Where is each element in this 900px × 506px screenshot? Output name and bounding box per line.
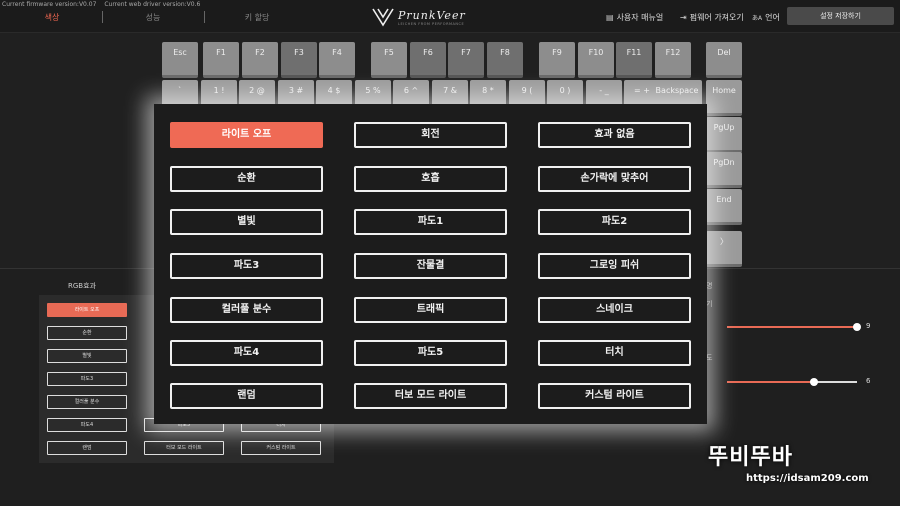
effect-custom-button[interactable]: 커스텀 라이트 [538, 383, 691, 409]
rgb-wave3-button[interactable]: 파도3 [47, 372, 127, 386]
key-f12[interactable]: F12 [655, 42, 691, 78]
effect-ripple-button[interactable]: 잔물결 [354, 253, 507, 279]
key-f8[interactable]: F8 [487, 42, 523, 78]
language-icon: あA [752, 15, 763, 22]
import-icon: ⇥ [680, 13, 687, 22]
brand-logo: PrunkVeer LEICHEN FROM PERFORMANCE [372, 7, 482, 27]
speed-slider-fill [727, 381, 815, 383]
web-driver-version: Current web driver version:V0.6 [104, 1, 201, 8]
key-right-arrow[interactable]: 〉 [706, 231, 742, 267]
key-home[interactable]: Home [706, 80, 742, 116]
speed-value: 6 [866, 377, 871, 385]
effect-cycle-button[interactable]: 순환 [170, 166, 323, 192]
effect-traffic-button[interactable]: 트래픽 [354, 297, 507, 323]
effect-wave2-button[interactable]: 파도2 [538, 209, 691, 235]
app-window: Current firmware version:V0.07 Current w… [0, 0, 900, 506]
key-f5[interactable]: F5 [371, 42, 407, 78]
document-icon: ▤ [606, 13, 614, 22]
language-label: 언어 [765, 13, 780, 22]
key-f10[interactable]: F10 [578, 42, 614, 78]
tab-performance[interactable]: 성능 [113, 12, 193, 23]
key-pgdn[interactable]: PgDn [706, 152, 742, 188]
key-f11[interactable]: F11 [616, 42, 652, 78]
effect-starlight-button[interactable]: 별빛 [170, 209, 323, 235]
language-link[interactable]: あA 언어 [752, 12, 780, 23]
logo-subtitle: LEICHEN FROM PERFORMANCE [398, 22, 465, 26]
effect-wave4-button[interactable]: 파도4 [170, 340, 323, 366]
logo-text: PrunkVeer [398, 9, 466, 22]
effect-growing-fish-button[interactable]: 그로잉 피쉬 [538, 253, 691, 279]
key-f6[interactable]: F6 [410, 42, 446, 78]
effect-touch-button[interactable]: 터치 [538, 340, 691, 366]
brightness-slider-fill [727, 326, 857, 328]
brightness-slider[interactable] [727, 323, 861, 331]
rgb-effect-title: RGB효과 [68, 282, 96, 290]
effect-wave3-button[interactable]: 파도3 [170, 253, 323, 279]
import-firmware-link[interactable]: ⇥ 펌웨어 가져오기 [680, 12, 744, 23]
key-end[interactable]: End [706, 189, 742, 225]
import-label: 펌웨어 가져오기 [689, 13, 744, 22]
effect-light-off-button[interactable]: 라이트 오프 [170, 122, 323, 148]
key-del[interactable]: Del [706, 42, 742, 78]
effect-snake-button[interactable]: 스네이크 [538, 297, 691, 323]
tab-divider [204, 11, 205, 23]
effect-none-button[interactable]: 효과 없음 [538, 122, 691, 148]
version-info: Current firmware version:V0.07 Current w… [2, 1, 206, 8]
rgb-custom-button[interactable]: 커스텀 라이트 [241, 441, 321, 455]
effect-fountain-button[interactable]: 컬러풀 분수 [170, 297, 323, 323]
watermark-logo: 뚜비뚜바 [708, 445, 793, 470]
rgb-wave4-button[interactable]: 파도4 [47, 418, 127, 432]
rgb-cycle-button[interactable]: 순환 [47, 326, 127, 340]
rgb-turbo-button[interactable]: 터보 모드 라이트 [144, 441, 224, 455]
rgb-random-button[interactable]: 랜덤 [47, 441, 127, 455]
firmware-version: Current firmware version:V0.07 [2, 1, 97, 8]
key-f1[interactable]: F1 [203, 42, 239, 78]
effect-turbo-button[interactable]: 터보 모드 라이트 [354, 383, 507, 409]
rgb-starlight-button[interactable]: 별빛 [47, 349, 127, 363]
effect-breath-button[interactable]: 호흡 [354, 166, 507, 192]
save-settings-button[interactable]: 설정 저장하기 [787, 7, 894, 25]
key-f4[interactable]: F4 [319, 42, 355, 78]
rgb-fountain-button[interactable]: 컬러풀 분수 [47, 395, 127, 409]
key-f7[interactable]: F7 [448, 42, 484, 78]
key-f3[interactable]: F3 [281, 42, 317, 78]
effect-rotate-button[interactable]: 회전 [354, 122, 507, 148]
manual-label: 사용자 매뉴얼 [616, 13, 664, 22]
tab-color[interactable]: 색상 [12, 12, 92, 23]
effect-wave5-button[interactable]: 파도5 [354, 340, 507, 366]
key-f9[interactable]: F9 [539, 42, 575, 78]
rgb-light-off-button[interactable]: 라이트 오프 [47, 303, 127, 317]
tab-key-assign[interactable]: 키 할당 [217, 12, 297, 23]
speed-slider-knob[interactable] [810, 378, 818, 386]
logo-mark-icon [372, 8, 394, 27]
effect-random-button[interactable]: 랜덤 [170, 383, 323, 409]
effect-follow-finger-button[interactable]: 손가락에 맞추어 [538, 166, 691, 192]
key-f2[interactable]: F2 [242, 42, 278, 78]
manual-link[interactable]: ▤ 사용자 매뉴얼 [606, 12, 663, 23]
watermark: 뚜비뚜바 https://idsam209.com [706, 437, 896, 499]
brightness-slider-knob[interactable] [853, 323, 861, 331]
watermark-url: https://idsam209.com [746, 473, 869, 484]
effect-picker-modal: 라이트 오프 회전 효과 없음 순환 호흡 손가락에 맞추어 별빛 파도1 파도… [154, 104, 707, 424]
effect-wave1-button[interactable]: 파도1 [354, 209, 507, 235]
speed-slider[interactable] [727, 378, 857, 386]
brightness-value: 9 [866, 322, 871, 330]
key-pgup[interactable]: PgUp [706, 117, 742, 153]
key-esc[interactable]: Esc [162, 42, 198, 78]
tab-divider [102, 11, 103, 23]
